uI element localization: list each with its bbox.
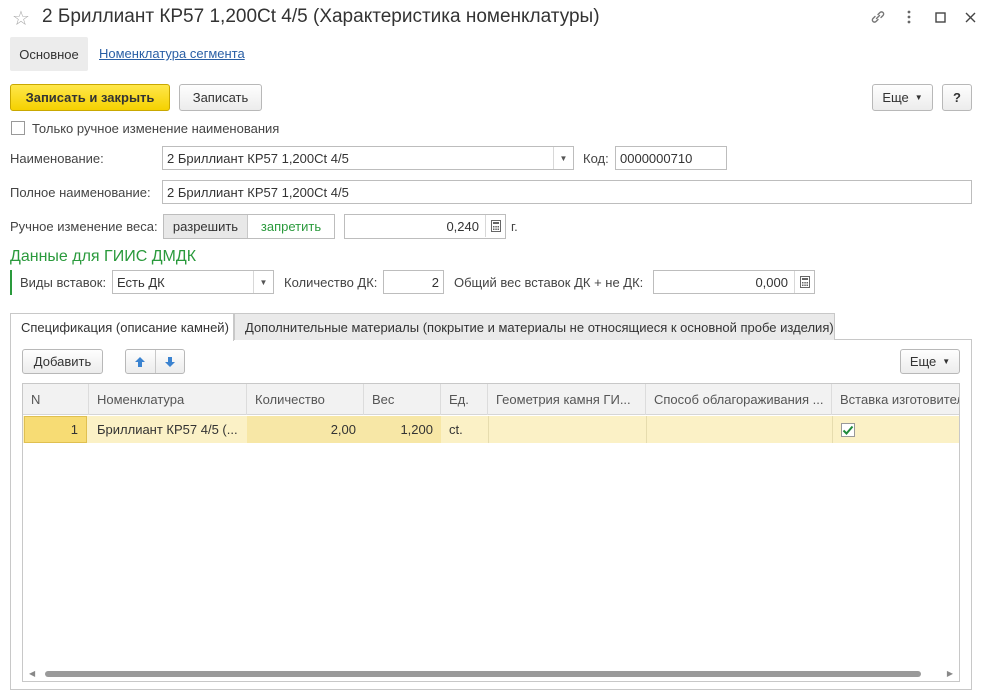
scroll-left-icon[interactable]: ◀ xyxy=(29,669,35,678)
manual-name-checkbox[interactable] xyxy=(11,121,25,135)
move-up-icon[interactable] xyxy=(126,350,156,373)
link-icon[interactable] xyxy=(869,8,887,26)
name-field[interactable]: 2 Бриллиант КР57 1,200Ct 4/5 ▼ xyxy=(162,146,574,170)
more-button-label: Еще xyxy=(882,90,909,105)
move-buttons xyxy=(125,349,185,374)
calculator-icon[interactable] xyxy=(794,271,814,293)
col-method[interactable]: Способ облагораживания ... xyxy=(646,384,832,415)
weight-unit: г. xyxy=(511,219,518,234)
weight-toggle[interactable]: разрешить запретить xyxy=(163,214,335,239)
cell-method[interactable] xyxy=(646,416,832,443)
total-weight-label: Общий вес вставок ДК + не ДК: xyxy=(454,275,644,290)
cell-quantity[interactable]: 2,00 xyxy=(247,416,364,443)
weight-allow-option[interactable]: разрешить xyxy=(164,215,248,238)
table-row[interactable]: 1 Бриллиант КР57 4/5 (... 2,00 1,200 ct. xyxy=(23,416,959,443)
spec-more-label: Еще xyxy=(909,354,937,369)
tab-additional-materials[interactable]: Дополнительные материалы (покрытие и мат… xyxy=(234,313,835,340)
full-name-label: Полное наименование: xyxy=(10,185,151,200)
code-label: Код: xyxy=(583,151,609,166)
save-button[interactable]: Записать xyxy=(179,84,262,111)
weight-forbid-option[interactable]: запретить xyxy=(248,215,334,238)
col-geometry[interactable]: Геометрия камня ГИ... xyxy=(488,384,646,415)
cell-nomenclature[interactable]: Бриллиант КР57 4/5 (... xyxy=(89,416,247,443)
cell-geometry[interactable] xyxy=(488,416,646,443)
add-button[interactable]: Добавить xyxy=(22,349,103,374)
close-icon[interactable] xyxy=(961,8,979,26)
section-main[interactable]: Основное xyxy=(10,37,88,71)
favorite-star-icon[interactable]: ☆ xyxy=(12,6,30,31)
dropdown-icon[interactable]: ▼ xyxy=(253,271,273,293)
insert-types-value: Есть ДК xyxy=(117,274,165,290)
section-segment-link[interactable]: Номенклатура сегмента xyxy=(99,46,245,61)
full-name-field[interactable]: 2 Бриллиант КР57 1,200Ct 4/5 xyxy=(162,180,972,204)
maximize-icon[interactable] xyxy=(931,8,949,26)
name-value: 2 Бриллиант КР57 1,200Ct 4/5 xyxy=(167,150,349,166)
col-quantity[interactable]: Количество xyxy=(247,384,364,415)
move-down-icon[interactable] xyxy=(156,350,185,373)
more-button[interactable]: Еще ▼ xyxy=(872,84,933,111)
calculator-icon[interactable] xyxy=(485,215,505,237)
code-value: 0000000710 xyxy=(620,150,693,166)
weight-label: Ручное изменение веса: xyxy=(10,219,158,234)
more-vertical-icon[interactable] xyxy=(900,8,918,26)
save-and-close-button[interactable]: Записать и закрыть xyxy=(10,84,170,111)
col-weight[interactable]: Вес xyxy=(364,384,441,415)
giis-section-title: Данные для ГИИС ДМДК xyxy=(10,248,197,265)
insert-types-field[interactable]: Есть ДК ▼ xyxy=(112,270,274,294)
dk-count-value: 2 xyxy=(431,274,439,290)
scroll-thumb[interactable] xyxy=(45,671,921,677)
code-field[interactable]: 0000000710 xyxy=(615,146,727,170)
giis-group-bar xyxy=(10,270,12,295)
total-weight-value: 0,000 xyxy=(755,274,788,290)
tab-specification[interactable]: Спецификация (описание камней) xyxy=(10,313,234,341)
help-button[interactable]: ? xyxy=(942,84,972,111)
cell-unit[interactable]: ct. xyxy=(441,416,488,443)
insert-types-label: Виды вставок: xyxy=(20,275,107,290)
dk-count-label: Количество ДК: xyxy=(284,275,378,290)
section-main-label: Основное xyxy=(19,46,79,62)
window-title: 2 Бриллиант КР57 1,200Ct 4/5 (Характерис… xyxy=(42,6,600,27)
total-weight-field[interactable]: 0,000 xyxy=(653,270,815,294)
chevron-down-icon: ▼ xyxy=(914,93,923,102)
name-label: Наименование: xyxy=(10,151,104,166)
spec-table: N Номенклатура Количество Вес Ед. Геомет… xyxy=(22,383,960,682)
chevron-down-icon: ▼ xyxy=(942,357,951,366)
cell-manufacturer-insert[interactable] xyxy=(832,416,959,443)
table-header: N Номенклатура Количество Вес Ед. Геомет… xyxy=(23,384,959,415)
weight-value: 0,240 xyxy=(446,219,479,234)
spec-more-button[interactable]: Еще ▼ xyxy=(900,349,960,374)
checked-checkbox-icon[interactable] xyxy=(841,422,855,437)
dropdown-icon[interactable]: ▼ xyxy=(553,147,573,169)
weight-field[interactable]: 0,240 xyxy=(344,214,506,239)
full-name-value: 2 Бриллиант КР57 1,200Ct 4/5 xyxy=(167,184,349,200)
col-manufacturer-insert[interactable]: Вставка изготовител xyxy=(832,384,959,415)
dk-count-field[interactable]: 2 xyxy=(383,270,444,294)
horizontal-scrollbar[interactable]: ◀ ▶ xyxy=(23,667,959,681)
col-nomenclature[interactable]: Номенклатура xyxy=(89,384,247,415)
col-unit[interactable]: Ед. xyxy=(441,384,488,415)
manual-name-label: Только ручное изменение наименования xyxy=(32,121,280,136)
cell-n[interactable]: 1 xyxy=(24,416,87,443)
scroll-right-icon[interactable]: ▶ xyxy=(947,669,953,678)
col-n[interactable]: N xyxy=(23,384,89,415)
cell-weight[interactable]: 1,200 xyxy=(364,416,441,443)
